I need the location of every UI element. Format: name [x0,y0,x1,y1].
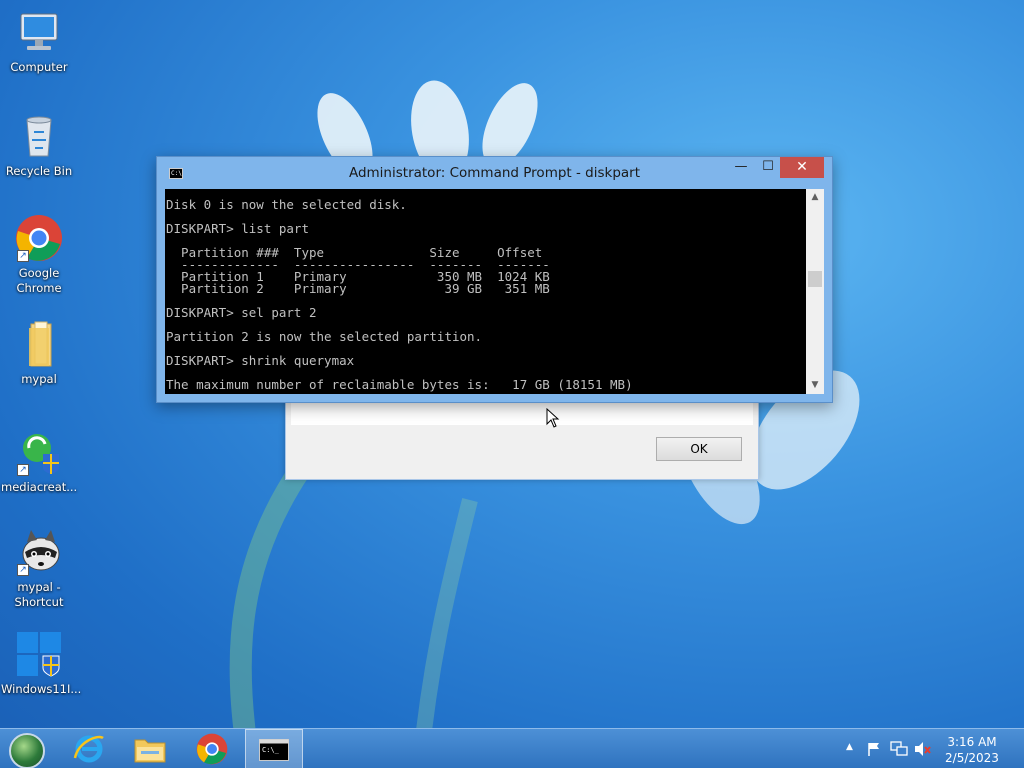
console-line: Partition 2 Primary 39 GB 351 MB [166,281,550,296]
internet-explorer-icon [73,735,104,763]
icon-label: mediacreat... [1,480,78,494]
console-line: DISKPART> list part [166,221,309,236]
recycle-bin-icon [15,112,63,160]
windows-logo-icon [15,630,63,678]
icon-label: Shortcut [14,595,64,609]
taskbar-internet-explorer[interactable] [60,729,118,768]
scroll-down-arrow-icon[interactable]: ▼ [806,377,824,394]
command-prompt-window: C:\ Administrator: Command Prompt - disk… [156,156,833,403]
network-icon[interactable] [890,741,908,757]
desktop-icon-mediacreation[interactable]: ↗ mediacreat... [1,428,77,495]
icon-label: mypal [21,372,57,386]
chrome-icon: ↗ [15,214,63,262]
clock-time: 3:16 AM [947,735,997,749]
vertical-scrollbar[interactable]: ▲ ▼ [806,189,824,394]
scroll-up-arrow-icon[interactable]: ▲ [806,189,824,206]
console-line: DISKPART> shrink querymax [166,353,355,368]
desktop-icon-mypal-shortcut[interactable]: ↗ mypal - Shortcut [1,528,77,610]
desktop-icon-google-chrome[interactable]: ↗ Google Chrome [1,214,77,296]
raccoon-icon: ↗ [15,528,63,576]
svg-text:C:\_: C:\_ [262,746,280,754]
folder-icon [134,739,166,763]
ok-button[interactable]: OK [656,437,742,461]
taskbar-file-explorer[interactable] [121,729,179,768]
clock-date: 2/5/2023 [945,751,999,765]
console-line: DISKPART> sel part 2 [166,305,317,320]
desktop-icon-windows11-installer[interactable]: Windows11I... [1,630,82,697]
icon-label: Google [18,266,60,280]
taskbar-google-chrome[interactable] [183,729,241,768]
icon-label: Windows11I... [1,682,82,696]
start-button[interactable] [0,729,58,768]
taskbar: C:\_ ▲ 3:16 AM 2/5/2023 [0,728,1024,768]
console-line: Disk 0 is now the selected disk. [166,197,407,212]
console-text: Disk 0 is now the selected disk. DISKPART… [166,197,633,392]
command-prompt-icon: C:\_ [259,739,289,761]
maximize-button[interactable]: ☐ [757,159,779,181]
action-center-flag-icon[interactable] [866,741,882,757]
close-button[interactable]: ✕ [780,157,824,178]
taskbar-command-prompt[interactable]: C:\_ [245,729,303,768]
system-clock[interactable]: 3:16 AM 2/5/2023 [942,734,1002,766]
scroll-thumb[interactable] [808,271,822,287]
computer-icon [15,8,63,56]
icon-label: Recycle Bin [5,164,73,178]
chrome-icon [196,733,228,765]
console-line: Partition 2 is now the selected partitio… [166,329,483,344]
volume-muted-icon[interactable] [914,741,932,757]
system-tray: ▲ [840,729,940,768]
desktop-icon-recycle-bin[interactable]: Recycle Bin [1,112,77,179]
folder-icon [15,320,63,368]
start-orb-icon [9,733,45,768]
title-bar[interactable]: C:\ Administrator: Command Prompt - disk… [157,157,832,189]
background-dialog: OK [285,400,759,480]
shortcut-arrow-icon: ↗ [17,250,29,262]
dialog-content-area [291,401,753,425]
show-hidden-icons-chevron-icon[interactable]: ▲ [846,742,853,752]
desktop-icon-computer[interactable]: Computer [1,8,77,75]
shortcut-arrow-icon: ↗ [17,464,29,476]
icon-label: mypal - [17,580,61,594]
icon-label: Chrome [16,281,62,295]
desktop-icon-mypal-folder[interactable]: mypal [1,320,77,387]
icon-label: Computer [10,60,68,74]
media-creation-tool-icon: ↗ [15,428,63,476]
minimize-button[interactable]: — [730,159,752,181]
shortcut-arrow-icon: ↗ [17,564,29,576]
console-output[interactable]: Disk 0 is now the selected disk. DISKPART… [165,189,806,394]
console-line: The maximum number of reclaimable bytes … [166,377,633,392]
mouse-cursor-icon [546,408,560,428]
